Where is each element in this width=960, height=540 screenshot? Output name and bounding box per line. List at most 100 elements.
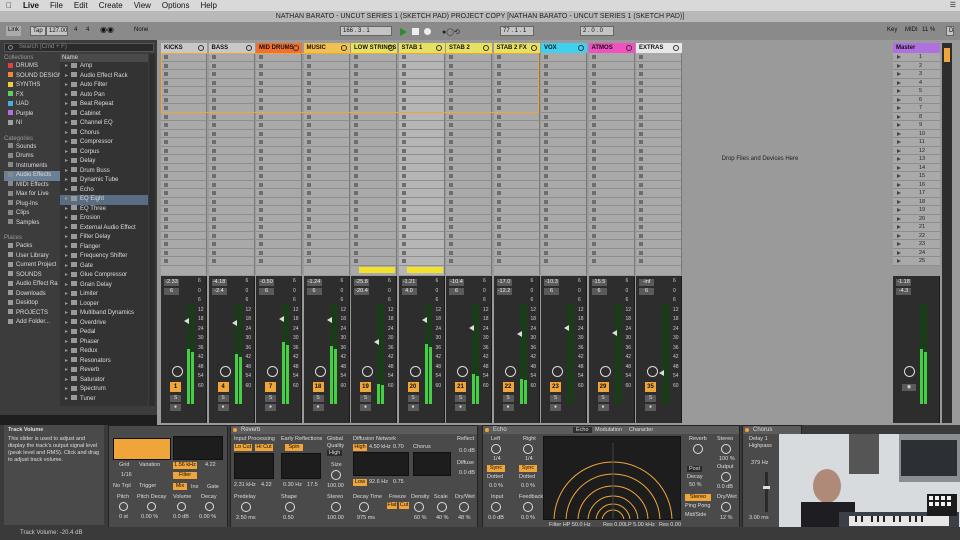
clip-slot[interactable] bbox=[493, 130, 539, 138]
clip-stop-button[interactable] bbox=[164, 131, 168, 136]
clip-stop-button[interactable] bbox=[591, 140, 596, 144]
midi-map-button[interactable]: MIDI bbox=[903, 26, 920, 36]
expand-arrow-icon[interactable]: ▸ bbox=[65, 301, 68, 307]
decay-knob[interactable] bbox=[205, 502, 214, 511]
quality-select[interactable]: High bbox=[327, 450, 343, 456]
clip-slot[interactable] bbox=[493, 257, 539, 266]
clip-slot[interactable] bbox=[256, 223, 301, 232]
master-pan[interactable]: -4.3 bbox=[896, 288, 911, 295]
track-header[interactable]: LOW STRINGS bbox=[351, 43, 397, 53]
spin-rate[interactable]: 0.30 Hz bbox=[283, 482, 302, 488]
sidebar-collection-fx[interactable]: FX bbox=[4, 91, 60, 101]
expand-arrow-icon[interactable]: ▸ bbox=[65, 244, 68, 250]
clip-stop-button[interactable] bbox=[639, 208, 643, 212]
clip-stop-button[interactable] bbox=[639, 242, 643, 246]
clip-stop-button[interactable] bbox=[401, 225, 406, 229]
reflect-value[interactable]: 0.0 dB bbox=[459, 448, 475, 454]
clip-slot[interactable] bbox=[208, 172, 254, 181]
feedback-knob[interactable] bbox=[523, 502, 533, 512]
clip-slot[interactable] bbox=[588, 172, 634, 181]
browser-item[interactable]: ▸ Cabinet bbox=[60, 110, 148, 120]
scale-knob[interactable] bbox=[437, 502, 447, 512]
clip-stop-button[interactable] bbox=[211, 250, 216, 255]
volume-fader-handle[interactable] bbox=[231, 319, 237, 326]
clip-stop-button[interactable] bbox=[164, 165, 168, 170]
clip-stop-button[interactable] bbox=[639, 174, 643, 178]
key-map-button[interactable]: Key bbox=[885, 26, 899, 36]
track-pan-value[interactable]: -2.4 bbox=[211, 288, 227, 295]
clip-stop-button[interactable] bbox=[354, 250, 358, 255]
clip-stop-button[interactable] bbox=[401, 123, 406, 127]
filter-res[interactable]: 4.22 bbox=[205, 462, 216, 468]
stereo-mode-button[interactable]: Stereo bbox=[685, 494, 711, 501]
tap-button[interactable]: Tap bbox=[30, 26, 46, 36]
right-sync-button[interactable]: Sync bbox=[519, 465, 537, 472]
scene-slot[interactable]: 11 bbox=[893, 138, 940, 147]
scene-slot[interactable]: 8 bbox=[893, 112, 940, 121]
track-header[interactable]: MID DRUMS bbox=[256, 43, 302, 53]
clip-playing-bar[interactable] bbox=[359, 267, 395, 273]
clip-stop-button[interactable] bbox=[544, 233, 548, 238]
clip-stop-button[interactable] bbox=[591, 165, 596, 170]
track-header-menu-icon[interactable] bbox=[673, 45, 679, 51]
volume-fader-handle[interactable] bbox=[279, 316, 284, 323]
cut-button[interactable]: Cut bbox=[399, 502, 409, 509]
clip-stop-button[interactable] bbox=[591, 250, 596, 255]
clip-slot[interactable] bbox=[541, 164, 586, 172]
clip-slot[interactable] bbox=[588, 138, 634, 147]
solo-button[interactable]: S bbox=[265, 395, 276, 402]
clip-stop-button[interactable] bbox=[639, 259, 643, 263]
clip-slot[interactable] bbox=[351, 232, 396, 240]
track-volume[interactable]: -inf bbox=[639, 279, 654, 286]
clip-slot[interactable] bbox=[303, 257, 349, 266]
size-knob[interactable] bbox=[331, 470, 341, 480]
sidebar-category-instruments[interactable]: Instruments bbox=[4, 162, 60, 172]
solo-button[interactable]: S bbox=[455, 395, 466, 402]
clip-slot[interactable] bbox=[588, 189, 634, 198]
overdub-icons[interactable]: ●◯⟲ bbox=[442, 28, 468, 36]
clip-slot[interactable] bbox=[493, 223, 539, 232]
clip-stop-button[interactable] bbox=[259, 199, 263, 204]
clip-stop-button[interactable] bbox=[639, 165, 643, 170]
clip-slot[interactable] bbox=[588, 79, 634, 87]
clip-slot[interactable] bbox=[446, 223, 491, 232]
clip-stop-button[interactable] bbox=[211, 114, 216, 119]
clip-slot[interactable] bbox=[256, 121, 301, 130]
clip-stop-button[interactable] bbox=[544, 174, 548, 178]
clip-stop-button[interactable] bbox=[496, 259, 501, 263]
clip-stop-button[interactable] bbox=[496, 165, 501, 170]
clip-stop-button[interactable] bbox=[544, 114, 548, 119]
clip-stop-button[interactable] bbox=[544, 208, 548, 212]
clip-slot[interactable] bbox=[588, 240, 634, 249]
clip-slot[interactable] bbox=[256, 189, 301, 198]
spin-button[interactable]: Spin bbox=[285, 444, 303, 451]
clip-slot[interactable] bbox=[351, 198, 396, 206]
clip-stop-button[interactable] bbox=[354, 140, 358, 144]
clip-stop-button[interactable] bbox=[544, 250, 548, 255]
clip-slot[interactable] bbox=[208, 249, 254, 257]
clip-stop-button[interactable] bbox=[354, 157, 358, 161]
scene-launch-icon[interactable] bbox=[897, 165, 901, 170]
clip-stop-button[interactable] bbox=[164, 199, 168, 204]
browser-item[interactable]: ▸ Channel EQ bbox=[60, 119, 148, 129]
clip-slot[interactable] bbox=[636, 147, 681, 155]
clip-slot[interactable] bbox=[541, 87, 586, 96]
scene-slot[interactable]: 2 bbox=[893, 61, 940, 70]
clip-slot[interactable] bbox=[493, 155, 539, 164]
clip-slot[interactable] bbox=[161, 198, 206, 206]
clip-slot[interactable] bbox=[161, 130, 206, 138]
clip-stop-button[interactable] bbox=[639, 157, 643, 161]
clip-stop-button[interactable] bbox=[591, 216, 596, 221]
clip-slot[interactable] bbox=[541, 53, 586, 62]
echo-dry-wet-knob[interactable] bbox=[721, 502, 731, 512]
clip-slot[interactable] bbox=[446, 164, 491, 172]
time-sig-den[interactable]: 4 bbox=[84, 26, 92, 36]
clip-stop-button[interactable] bbox=[354, 131, 358, 136]
clip-slot[interactable] bbox=[636, 121, 681, 130]
high-button[interactable]: High bbox=[353, 444, 367, 451]
mid-side-button[interactable]: Mid/Side bbox=[685, 512, 706, 518]
sidebar-category-sounds[interactable]: Sounds bbox=[4, 143, 60, 153]
browser-item[interactable]: ▸ Compressor bbox=[60, 138, 148, 148]
diffusion-display[interactable] bbox=[353, 452, 409, 476]
clip-slot[interactable] bbox=[161, 138, 206, 147]
